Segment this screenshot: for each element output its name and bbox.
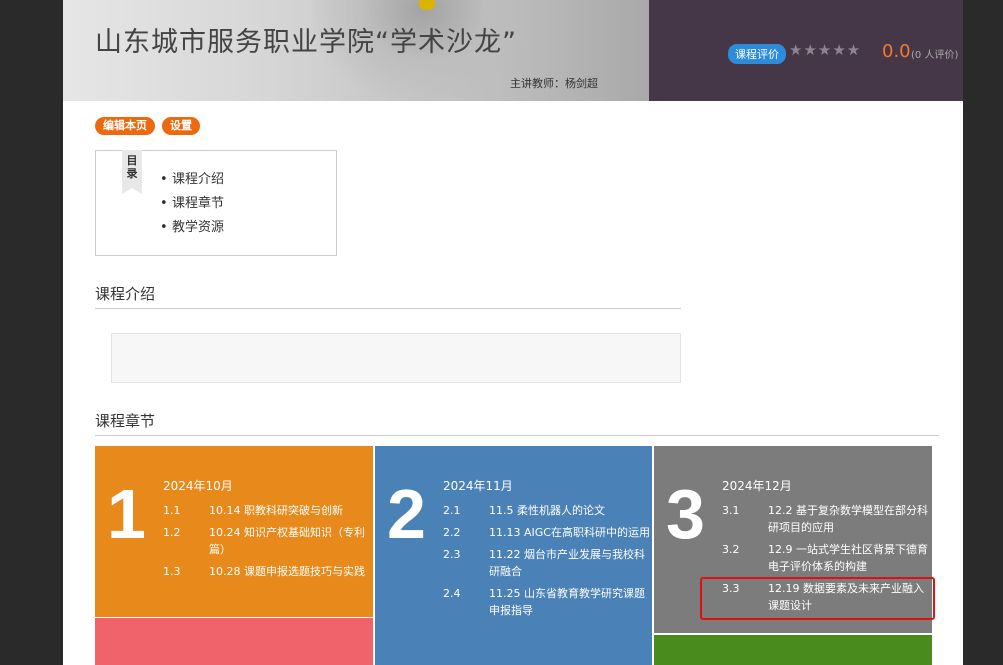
chapter-month: 2024年10月 — [163, 479, 233, 493]
lesson-title: 12.2 基于复杂数学模型在部分科研项目的应用 — [768, 504, 928, 534]
lesson-index: 1.2 — [163, 526, 181, 539]
chapter-number: 3 — [666, 475, 705, 553]
chapter-tile-4[interactable] — [95, 618, 373, 665]
lesson-title: 11.5 柔性机器人的论文 — [489, 504, 605, 517]
course-page: 山东城市服务职业学院“学术沙龙” 主讲教师：杨剑超 课程评价 ★★★★★ 0.0… — [63, 0, 963, 665]
lesson-title: 10.24 知识产权基础知识（专利篇） — [209, 526, 365, 556]
highlight-box — [700, 577, 935, 620]
lesson-index: 2.4 — [443, 587, 461, 600]
lesson-title: 11.22 烟台市产业发展与我校科研融合 — [489, 548, 645, 578]
lesson-title: 11.25 山东省教育教学研究课题申报指导 — [489, 587, 645, 617]
toc-item-resources[interactable]: 教学资源 — [160, 219, 224, 243]
lesson-index: 2.2 — [443, 526, 461, 539]
rating-count: (0 人评价) — [911, 50, 959, 61]
course-banner: 山东城市服务职业学院“学术沙龙” 主讲教师：杨剑超 课程评价 ★★★★★ 0.0… — [63, 0, 963, 101]
banner-tie-decoration — [419, 0, 435, 10]
chapter-lessons: 2.1 11.5 柔性机器人的论文 2.2 11.13 AIGC在高职科研中的运用 … — [443, 502, 652, 624]
chapter-number: 1 — [107, 475, 146, 553]
lesson-item[interactable]: 3.2 12.9 一站式学生社区背景下德育电子评价体系的构建 — [722, 541, 932, 575]
rating-score: 0.0 — [882, 41, 911, 62]
lesson-index: 2.3 — [443, 548, 461, 561]
lesson-title: 10.28 课题申报选题技巧与实践 — [209, 565, 365, 578]
chapter-number: 2 — [387, 475, 426, 553]
chapter-tile-1: 1 2024年10月 1.1 10.14 职教科研突破与创新 1.2 10.24 知… — [95, 446, 373, 617]
lesson-item[interactable]: 2.3 11.22 烟台市产业发展与我校科研融合 — [443, 546, 652, 580]
chapter-tile-5[interactable] — [654, 635, 932, 665]
lesson-title: 12.9 一站式学生社区背景下德育电子评价体系的构建 — [768, 543, 928, 573]
rate-course-button[interactable]: 课程评价 — [728, 44, 786, 64]
chapter-lessons: 1.1 10.14 职教科研突破与创新 1.2 10.24 知识产权基础知识（专利篇… — [163, 502, 373, 585]
teacher-name: 主讲教师：杨剑超 — [510, 77, 598, 90]
lesson-index: 3.1 — [722, 504, 740, 517]
section-title-chapters: 课程章节 — [95, 412, 156, 430]
lesson-index: 2.1 — [443, 504, 461, 517]
chapter-tile-2: 2 2024年11月 2.1 11.5 柔性机器人的论文 2.2 11.13 AIG… — [375, 446, 652, 665]
banner-image: 山东城市服务职业学院“学术沙龙” 主讲教师：杨剑超 — [63, 0, 649, 101]
lesson-item[interactable]: 2.4 11.25 山东省教育教学研究课题申报指导 — [443, 585, 652, 619]
lesson-title: 11.13 AIGC在高职科研中的运用 — [489, 526, 650, 539]
edit-page-button[interactable]: 编辑本页 — [95, 117, 155, 135]
lesson-item[interactable]: 2.1 11.5 柔性机器人的论文 — [443, 502, 652, 519]
rating-panel: 课程评价 ★★★★★ 0.0 (0 人评价) — [649, 0, 963, 101]
lesson-index: 3.2 — [722, 543, 740, 556]
lesson-item[interactable]: 1.3 10.28 课题申报选题技巧与实践 — [163, 563, 373, 580]
lesson-index: 1.1 — [163, 504, 181, 517]
settings-button[interactable]: 设置 — [162, 117, 200, 135]
lesson-item[interactable]: 3.1 12.2 基于复杂数学模型在部分科研项目的应用 — [722, 502, 932, 536]
toc-bookmark-tag: 目录 — [122, 150, 142, 194]
rating-stars-icon[interactable]: ★★★★★ — [789, 41, 861, 59]
section-divider — [95, 435, 939, 436]
lesson-index: 1.3 — [163, 565, 181, 578]
lesson-item[interactable]: 1.2 10.24 知识产权基础知识（专利篇） — [163, 524, 373, 558]
lesson-item[interactable]: 2.2 11.13 AIGC在高职科研中的运用 — [443, 524, 652, 541]
toc-item-intro[interactable]: 课程介绍 — [160, 171, 224, 195]
table-of-contents: 目录 课程介绍 课程章节 教学资源 — [95, 150, 337, 256]
lesson-title: 10.14 职教科研突破与创新 — [209, 504, 343, 517]
toc-item-chapters[interactable]: 课程章节 — [160, 195, 224, 219]
chapter-month: 2024年11月 — [443, 479, 513, 493]
intro-content-box — [111, 333, 681, 383]
section-title-intro: 课程介绍 — [95, 285, 156, 303]
chapter-month: 2024年12月 — [722, 479, 792, 493]
section-divider — [95, 308, 681, 309]
course-title: 山东城市服务职业学院“学术沙龙” — [95, 27, 517, 58]
toc-list: 课程介绍 课程章节 教学资源 — [160, 171, 224, 243]
lesson-item[interactable]: 1.1 10.14 职教科研突破与创新 — [163, 502, 373, 519]
